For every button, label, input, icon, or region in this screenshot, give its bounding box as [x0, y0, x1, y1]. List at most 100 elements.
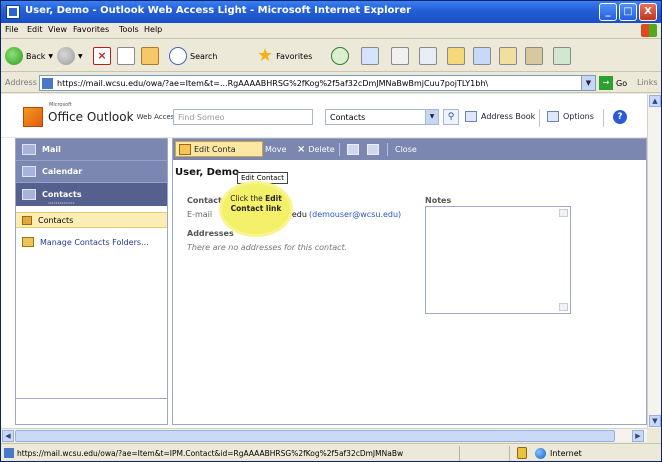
notes-scrollbar[interactable] — [559, 209, 568, 311]
contacts-icon — [22, 189, 36, 200]
calendar-icon — [22, 166, 36, 177]
stop-button[interactable]: × — [93, 45, 111, 67]
folder-icon — [22, 237, 34, 247]
browser-window: User, Demo - Outlook Web Access Light - … — [0, 0, 662, 462]
scroll-right-icon[interactable]: ▶ — [632, 430, 644, 442]
close-button[interactable]: Close — [395, 142, 417, 157]
go-button[interactable]: → Go — [599, 76, 627, 90]
folder-contacts[interactable]: Contacts — [16, 212, 167, 228]
previous-item-button[interactable] — [347, 142, 362, 157]
status-bar: https://mail.wcsu.edu/owa/?ae=Item&t=IPM… — [1, 443, 661, 461]
move-button[interactable]: Move — [265, 142, 286, 157]
action-divider — [387, 143, 388, 156]
delete-label: Delete — [308, 145, 335, 154]
address-book-icon — [465, 111, 477, 122]
navigation-pane: Mail Calendar Contacts ·············· Co… — [15, 138, 168, 425]
books-icon — [525, 47, 543, 65]
options-button[interactable]: Options — [547, 111, 594, 122]
mail-button[interactable] — [361, 45, 379, 67]
page-icon — [4, 448, 14, 458]
nav-calendar[interactable]: Calendar — [16, 160, 167, 182]
section-notes: Notes — [425, 196, 452, 205]
forward-dropdown-icon: ▼ — [78, 52, 83, 60]
address-input[interactable]: https://mail.wcsu.edu/owa/?ae=Item&t=...… — [39, 75, 596, 91]
search-directory-icon[interactable]: ⚲ — [443, 109, 459, 125]
nav-mail[interactable]: Mail — [16, 139, 167, 160]
forward-button[interactable]: ▼ — [57, 45, 83, 67]
home-button[interactable] — [141, 45, 159, 67]
address-url: https://mail.wcsu.edu/owa/?ae=Item&t=...… — [57, 79, 489, 88]
address-book-button[interactable]: Address Book — [465, 111, 535, 122]
search-button[interactable]: Search — [169, 45, 217, 67]
scroll-up-icon[interactable] — [559, 209, 568, 217]
address-book-label: Address Book — [481, 112, 536, 121]
nav-contacts-label: Contacts — [42, 190, 82, 199]
callout-bold: Edit — [265, 194, 282, 203]
next-item-button[interactable] — [367, 142, 382, 157]
section-addresses: Addresses — [187, 229, 234, 238]
research-button[interactable] — [473, 45, 491, 67]
find-someone-input[interactable]: Find Someo — [173, 109, 313, 125]
security-zone: Internet — [535, 448, 582, 459]
folder-select[interactable]: Contacts ▼ — [325, 109, 439, 125]
address-label: Address — [5, 78, 37, 87]
maximize-button[interactable]: □ — [619, 3, 637, 21]
edit-page-button[interactable] — [419, 45, 437, 67]
edit-contact-button[interactable]: Edit Conta — [175, 141, 263, 157]
history-button[interactable] — [331, 45, 349, 67]
back-button[interactable]: Back ▼ — [5, 45, 53, 67]
back-label: Back — [26, 51, 46, 61]
horizontal-scrollbar[interactable]: ◀ ▶ — [1, 428, 647, 442]
delete-icon: × — [297, 144, 306, 155]
discuss-button[interactable] — [447, 45, 465, 67]
scroll-thumb[interactable] — [15, 430, 615, 442]
menu-tools[interactable]: Tools — [119, 25, 139, 34]
email-label: E-mail — [187, 210, 213, 219]
windows-logo-icon — [641, 24, 657, 37]
menu-file[interactable]: File — [5, 25, 18, 34]
close-window-button[interactable]: X — [639, 3, 657, 21]
help-icon[interactable]: ? — [613, 110, 627, 124]
library-button[interactable] — [525, 45, 543, 67]
vertical-scrollbar[interactable]: ▲ ▼ — [647, 94, 661, 428]
callout-prefix: Click the — [230, 194, 266, 203]
nav-bottom-panel — [15, 398, 168, 425]
scroll-down-icon[interactable]: ▼ — [649, 415, 661, 427]
edit-contact-icon — [179, 143, 191, 155]
logo-name: Office Outlook — [48, 110, 134, 124]
links-button[interactable]: Links — [637, 78, 658, 87]
favorites-label: Favorites — [276, 51, 313, 61]
menu-bar: File Edit View Favorites Tools Help — [1, 23, 661, 39]
stop-icon: × — [93, 47, 111, 65]
minimize-button[interactable]: _ — [599, 3, 617, 21]
scroll-down-icon[interactable] — [559, 303, 568, 311]
edit-contact-tooltip: Edit Contact — [237, 172, 289, 184]
scroll-up-icon[interactable]: ▲ — [649, 95, 661, 107]
favorites-star-icon: ★ — [257, 45, 274, 66]
notes-box[interactable] — [425, 206, 571, 314]
manage-contacts-folders-link[interactable]: Manage Contacts Folders... — [22, 237, 149, 247]
print-button[interactable] — [391, 45, 409, 67]
selection-dots: ·············· — [48, 201, 75, 207]
menu-edit[interactable]: Edit — [27, 25, 43, 34]
menu-favorites[interactable]: Favorites — [73, 25, 109, 34]
menu-help[interactable]: Help — [144, 25, 162, 34]
nav-contacts[interactable]: Contacts ·············· — [16, 182, 167, 207]
messenger-button[interactable] — [499, 45, 517, 67]
tools-button[interactable] — [553, 45, 571, 67]
print-icon — [391, 47, 409, 65]
favorites-button[interactable]: ★ Favorites — [257, 45, 312, 67]
options-icon — [547, 111, 559, 122]
title-bar[interactable]: User, Demo - Outlook Web Access Light - … — [1, 1, 661, 23]
mail-icon — [22, 144, 36, 155]
menu-view[interactable]: View — [48, 25, 67, 34]
delete-button[interactable]: × Delete — [297, 142, 335, 157]
research-icon — [473, 47, 491, 65]
go-arrow-icon: → — [599, 76, 613, 90]
status-divider — [459, 446, 460, 461]
refresh-button[interactable] — [117, 45, 135, 67]
edit-contact-label: Edit Conta — [194, 144, 236, 154]
edit-page-icon — [419, 47, 437, 65]
address-dropdown-icon[interactable]: ▼ — [581, 76, 595, 90]
scroll-left-icon[interactable]: ◀ — [2, 430, 14, 442]
